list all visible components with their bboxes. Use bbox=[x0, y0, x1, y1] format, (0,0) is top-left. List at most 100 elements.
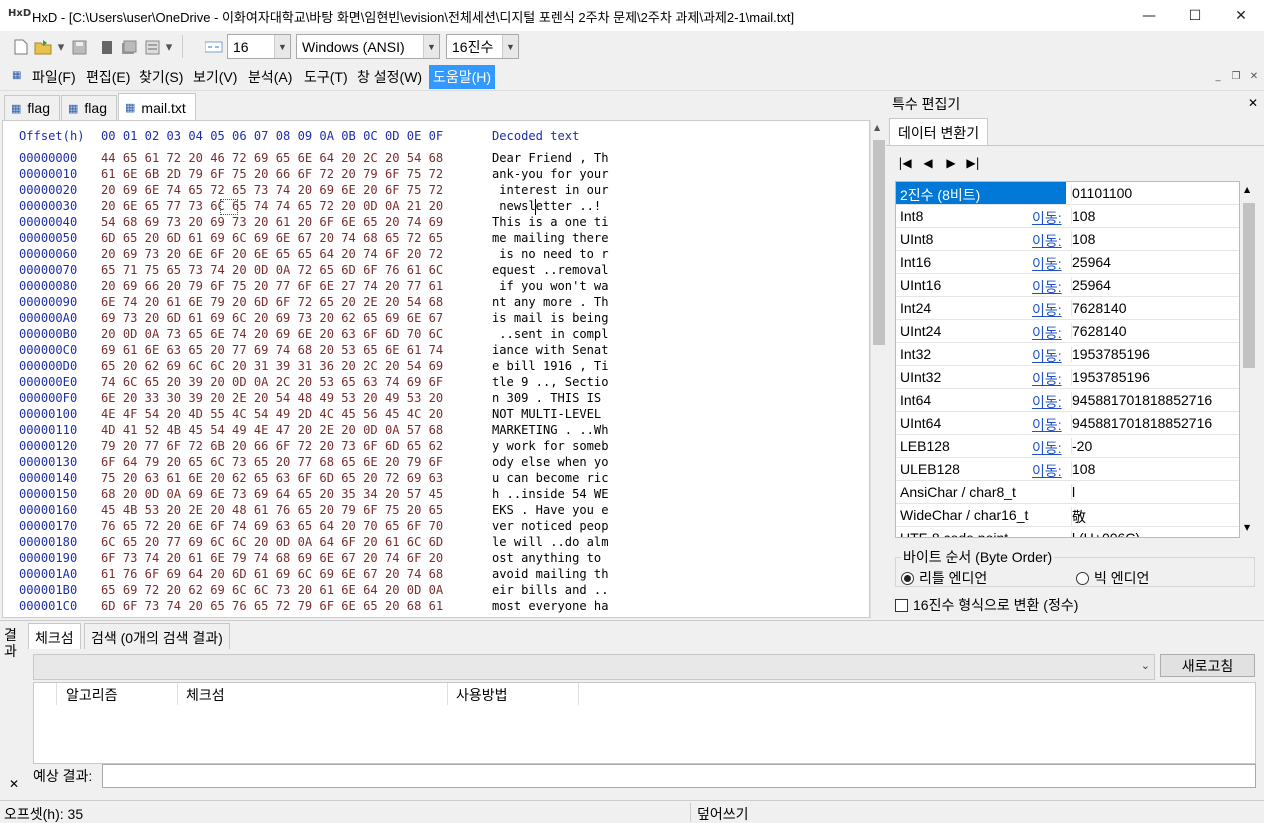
goto-link[interactable]: 이동: bbox=[1032, 461, 1062, 481]
offset-base-combo[interactable]: 16진수 ▼ bbox=[446, 34, 519, 59]
minimize-button[interactable]: — bbox=[1126, 0, 1172, 31]
goto-link[interactable]: 이동: bbox=[1032, 277, 1062, 297]
inspector-value[interactable]: 108 bbox=[1071, 231, 1095, 247]
menu-help[interactable]: 도움말(H) bbox=[429, 65, 496, 89]
inspector-row[interactable]: Int32 이동: 1953785196 bbox=[896, 343, 1239, 366]
mdi-close-button[interactable]: ✕ bbox=[1246, 68, 1262, 84]
inspector-value[interactable]: 7628140 bbox=[1071, 300, 1127, 316]
open-folder-icon[interactable] bbox=[34, 38, 52, 56]
inspector-row[interactable]: 2진수 (8비트) 01101100 bbox=[896, 182, 1239, 205]
inspector-value[interactable]: 01101100 bbox=[1071, 185, 1132, 201]
tab-flag-1[interactable]: ▦ flag bbox=[4, 95, 60, 120]
maximize-button[interactable]: ☐ bbox=[1172, 0, 1218, 31]
inspector-value[interactable]: 1953785196 bbox=[1071, 369, 1150, 385]
properties-icon[interactable] bbox=[144, 38, 162, 56]
inspector-row[interactable]: UInt32 이동: 1953785196 bbox=[896, 366, 1239, 389]
inspector-scrollbar[interactable]: ▲ ▼ bbox=[1241, 181, 1257, 538]
tab-search-results[interactable]: 검색 (0개의 검색 결과) bbox=[84, 623, 230, 649]
scroll-up-icon[interactable]: ▲ bbox=[874, 123, 880, 132]
inspector-row[interactable]: ULEB128 이동: 108 bbox=[896, 458, 1239, 481]
goto-link[interactable]: 이동: bbox=[1032, 208, 1062, 228]
inspector-row[interactable]: UTF-8 code point l (U+006C) bbox=[896, 527, 1239, 537]
mdi-minimize-button[interactable]: _ bbox=[1210, 68, 1226, 84]
hex-editor-view[interactable]: Offset(h) 00 01 02 03 04 05 06 07 08 09 … bbox=[2, 120, 870, 618]
menu-edit[interactable]: 편집(E) bbox=[82, 65, 134, 89]
close-button[interactable]: ✕ bbox=[1218, 0, 1264, 31]
first-icon[interactable]: |◀ bbox=[896, 154, 914, 172]
goto-link[interactable]: 이동: bbox=[1032, 300, 1062, 320]
goto-link[interactable]: 이동: bbox=[1032, 323, 1062, 343]
menu-view[interactable]: 보기(V) bbox=[189, 65, 241, 89]
hex-format-checkbox[interactable]: 16진수 형식으로 변환 (정수) bbox=[895, 595, 1078, 615]
column-checksum[interactable]: 체크섬 bbox=[186, 685, 225, 705]
little-endian-radio[interactable]: 리틀 엔디언 bbox=[901, 568, 987, 588]
inspector-row[interactable]: UInt24 이동: 7628140 bbox=[896, 320, 1239, 343]
column-usage[interactable]: 사용방법 bbox=[456, 685, 508, 705]
tab-checksum[interactable]: 체크섬 bbox=[28, 623, 81, 649]
scrollbar-thumb[interactable] bbox=[1243, 203, 1255, 368]
inspector-value[interactable]: -20 bbox=[1071, 438, 1092, 454]
column-algorithm[interactable]: 알고리즘 bbox=[66, 685, 118, 705]
inspector-value[interactable]: l (U+006C) bbox=[1071, 530, 1140, 537]
save-icon[interactable] bbox=[70, 38, 88, 56]
tab-mail-txt[interactable]: ▦ mail.txt bbox=[118, 93, 196, 121]
open-dropdown-chevron-icon[interactable]: ▾ bbox=[56, 38, 66, 56]
tab-flag-2[interactable]: ▦ flag bbox=[61, 95, 117, 120]
inspector-value[interactable]: 25964 bbox=[1071, 277, 1111, 293]
inspector-value[interactable]: l bbox=[1071, 484, 1075, 500]
close-panel-icon[interactable]: ✕ bbox=[1248, 96, 1258, 110]
scrollbar-thumb[interactable] bbox=[873, 140, 885, 345]
inspector-row[interactable]: UInt8 이동: 108 bbox=[896, 228, 1239, 251]
refresh-button[interactable]: 새로고침 bbox=[1160, 654, 1255, 677]
menu-search[interactable]: 찾기(S) bbox=[135, 65, 187, 89]
scroll-up-icon[interactable]: ▲ bbox=[1244, 185, 1250, 194]
goto-link[interactable]: 이동: bbox=[1032, 392, 1062, 412]
menu-window[interactable]: 창 설정(W) bbox=[353, 65, 426, 89]
inspector-row[interactable]: Int16 이동: 25964 bbox=[896, 251, 1239, 274]
inspector-value[interactable]: 7628140 bbox=[1071, 323, 1127, 339]
inspector-value[interactable]: 25964 bbox=[1071, 254, 1111, 270]
inspector-value[interactable]: 敬 bbox=[1071, 507, 1086, 527]
goto-link[interactable]: 이동: bbox=[1032, 231, 1062, 251]
goto-link[interactable]: 이동: bbox=[1032, 369, 1062, 389]
big-endian-radio[interactable]: 빅 엔디언 bbox=[1076, 568, 1149, 588]
inspector-row[interactable]: UInt16 이동: 25964 bbox=[896, 274, 1239, 297]
goto-link[interactable]: 이동: bbox=[1032, 438, 1062, 458]
inspector-value[interactable]: 108 bbox=[1071, 208, 1095, 224]
goto-link[interactable]: 이동: bbox=[1032, 346, 1062, 366]
menu-file[interactable]: 파일(F) bbox=[28, 65, 80, 89]
bytes-per-row-combo[interactable]: 16 ▼ bbox=[227, 34, 291, 59]
mdi-restore-button[interactable]: ❐ bbox=[1228, 68, 1244, 84]
previous-icon[interactable]: ◀ bbox=[919, 154, 937, 172]
decoded-text-cell: Dear Friend , Th bbox=[492, 151, 609, 165]
last-icon[interactable]: ▶| bbox=[964, 154, 982, 172]
inspector-row[interactable]: Int64 이동: 945881701818852716 bbox=[896, 389, 1239, 412]
expected-result-input[interactable] bbox=[102, 764, 1256, 788]
goto-link[interactable]: 이동: bbox=[1032, 415, 1062, 435]
tab-data-inspector[interactable]: 데이터 변환기 bbox=[889, 118, 989, 146]
properties-dropdown-chevron-icon[interactable]: ▾ bbox=[164, 38, 174, 56]
inspector-value[interactable]: 108 bbox=[1071, 461, 1095, 477]
inspector-row[interactable]: AnsiChar / char8_t l bbox=[896, 481, 1239, 504]
new-file-icon[interactable] bbox=[12, 38, 30, 56]
document-menu-icon[interactable]: ▦ bbox=[12, 70, 22, 84]
close-panel-icon[interactable]: ✕ bbox=[9, 777, 19, 791]
save-all-icon[interactable] bbox=[120, 38, 138, 56]
inspector-row[interactable]: LEB128 이동: -20 bbox=[896, 435, 1239, 458]
inspector-row[interactable]: Int24 이동: 7628140 bbox=[896, 297, 1239, 320]
menu-analysis[interactable]: 분석(A) bbox=[244, 65, 296, 89]
next-icon[interactable]: ▶ bbox=[942, 154, 960, 172]
inspector-value[interactable]: 945881701818852716 bbox=[1071, 392, 1212, 408]
hex-vertical-scrollbar[interactable]: ▲ bbox=[870, 120, 886, 618]
inspector-row[interactable]: Int8 이동: 108 bbox=[896, 205, 1239, 228]
inspector-value[interactable]: 1953785196 bbox=[1071, 346, 1150, 362]
inspector-row[interactable]: WideChar / char16_t 敬 bbox=[896, 504, 1239, 527]
scroll-down-icon[interactable]: ▼ bbox=[1244, 523, 1250, 532]
inspector-value[interactable]: 945881701818852716 bbox=[1071, 415, 1212, 431]
inspector-row[interactable]: UInt64 이동: 945881701818852716 bbox=[896, 412, 1239, 435]
menu-tools[interactable]: 도구(T) bbox=[300, 65, 352, 89]
close-file-icon[interactable] bbox=[98, 38, 116, 56]
charset-combo[interactable]: Windows (ANSI) ▼ bbox=[296, 34, 440, 59]
algorithm-combo[interactable]: ⌄ bbox=[33, 654, 1155, 680]
goto-link[interactable]: 이동: bbox=[1032, 254, 1062, 274]
